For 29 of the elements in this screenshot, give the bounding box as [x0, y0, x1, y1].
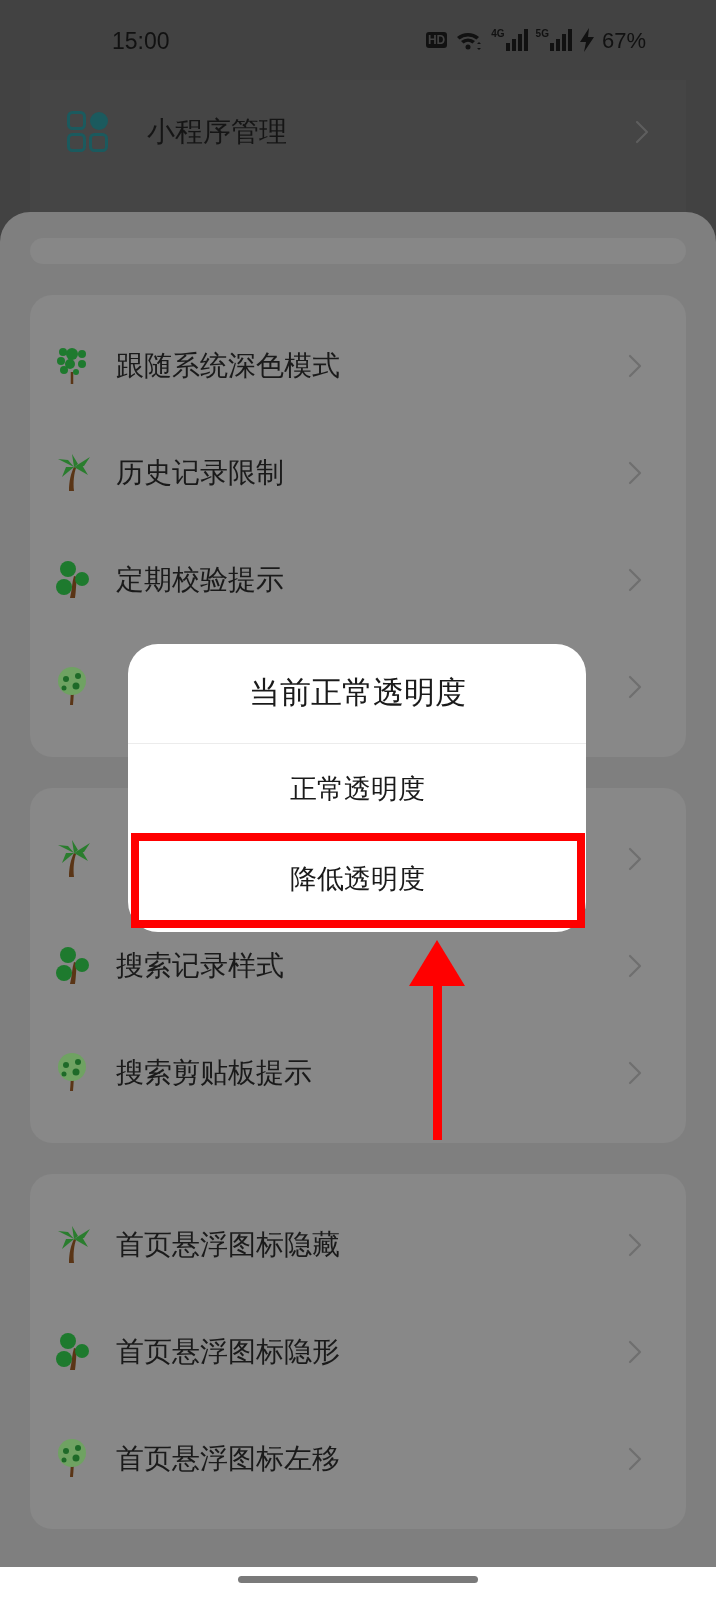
item-label: 首页悬浮图标隐藏 [116, 1228, 340, 1260]
item-label: 首页悬浮图标左移 [116, 1442, 340, 1474]
tree-icon [54, 1331, 92, 1372]
tree-icon [54, 945, 92, 986]
tree-icon [54, 559, 92, 600]
signal-icon [549, 29, 572, 51]
chevron-right-icon [628, 1232, 642, 1257]
item-label: 历史记录限制 [116, 456, 284, 488]
dialog-option[interactable]: 正常透明度 [289, 768, 425, 810]
chevron-right-icon [628, 460, 642, 485]
chevron-right-icon [628, 1339, 642, 1364]
chevron-right-icon [628, 1446, 642, 1471]
item-label: 定期校验提示 [116, 563, 284, 595]
chevron-right-icon [628, 846, 642, 871]
chevron-right-icon [628, 953, 642, 978]
home-indicator[interactable] [238, 1576, 478, 1583]
chevron-right-icon [628, 674, 642, 699]
dialog-option[interactable]: 降低透明度 [289, 858, 425, 900]
item-label: 跟随系统深色模式 [116, 349, 340, 381]
chevron-right-icon [628, 567, 642, 592]
item-label: 搜索记录样式 [116, 949, 284, 981]
grid-icon [67, 111, 109, 153]
dialog-title: 当前正常透明度 [248, 674, 466, 713]
chevron-right-icon [628, 1060, 642, 1085]
chevron-right-icon [628, 353, 642, 378]
item-label: 首页悬浮图标隐形 [116, 1335, 340, 1367]
item-label: 搜索剪贴板提示 [116, 1056, 312, 1088]
chevron-right-icon [635, 120, 649, 144]
signal-icon [505, 29, 528, 51]
